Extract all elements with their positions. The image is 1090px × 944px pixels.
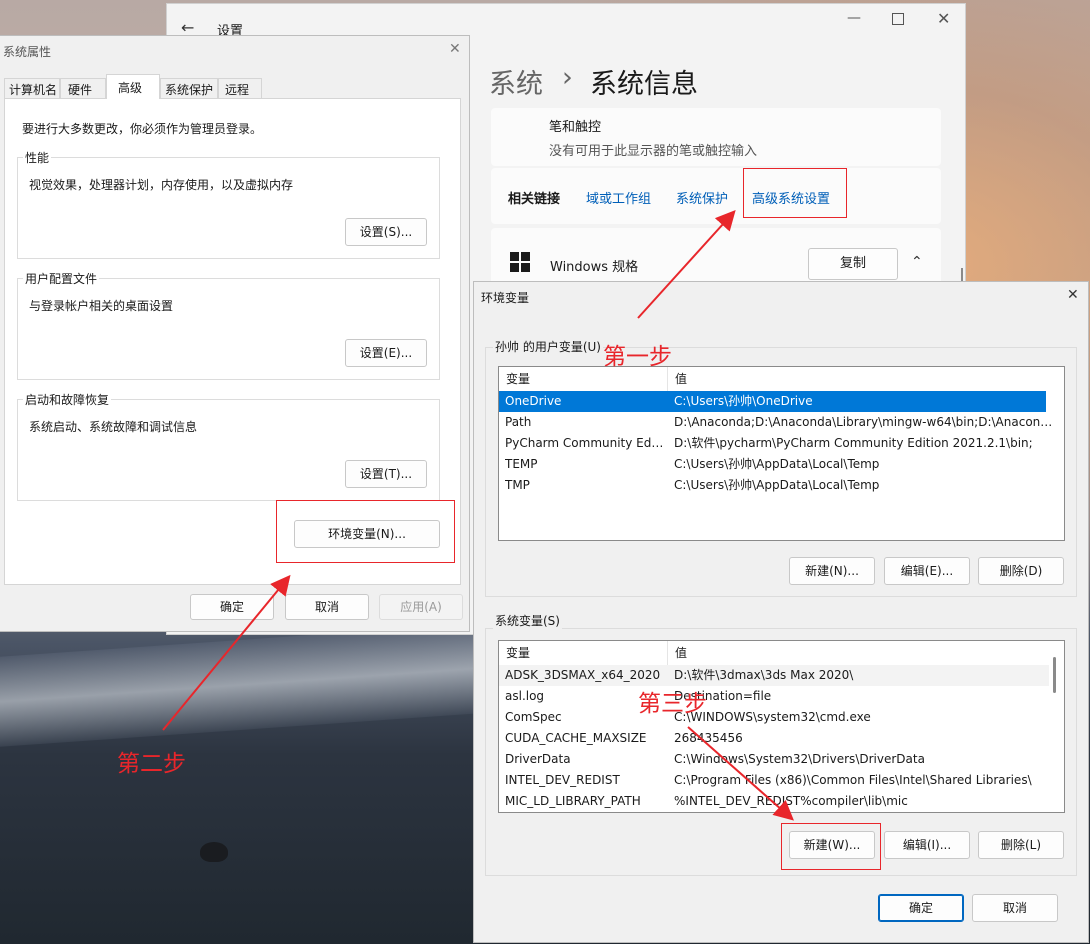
step2-label: 第二步 — [117, 751, 186, 777]
arrow-step3 — [687, 726, 794, 821]
tab-advanced-label: 高级 — [118, 81, 143, 95]
arrow-step1 — [637, 210, 736, 319]
annotation-arrows — [162, 210, 794, 821]
tab-advanced[interactable]: 高级 — [106, 74, 160, 99]
step3-label: 第三步 — [638, 691, 707, 717]
step1-label: 第一步 — [603, 344, 672, 370]
arrow-step2 — [162, 574, 291, 731]
